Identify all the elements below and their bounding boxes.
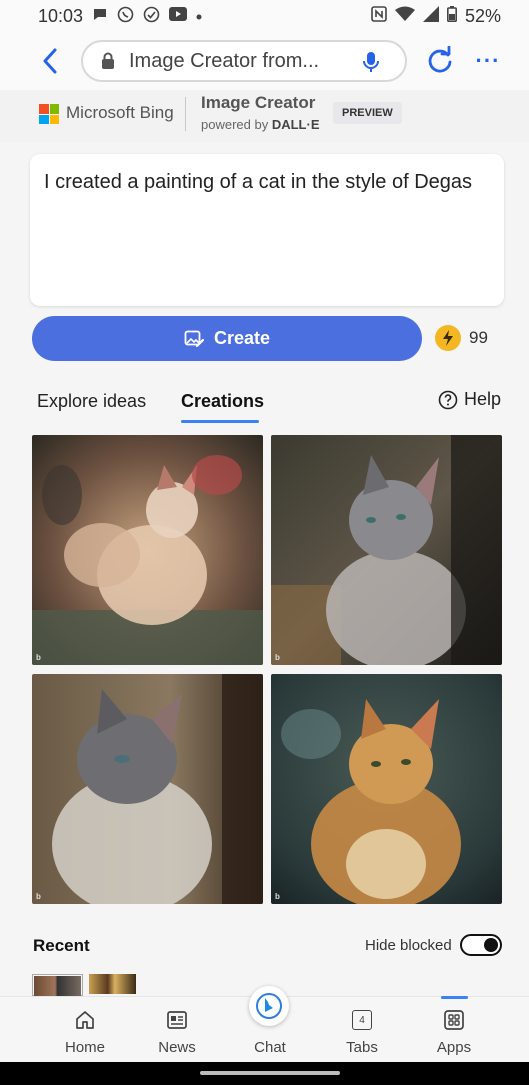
hide-blocked-control[interactable]: Hide blocked [365, 934, 502, 956]
nav-apps[interactable]: Apps [419, 1007, 489, 1056]
browser-toolbar: Image Creator from... ··· [0, 32, 529, 90]
nav-tabs[interactable]: 4 Tabs [327, 1007, 397, 1056]
bing-logo-icon [256, 993, 282, 1019]
nav-home[interactable]: Home [50, 1007, 120, 1056]
whatsapp-icon [117, 6, 134, 27]
tab-creations[interactable]: Creations [181, 391, 264, 412]
more-options-button[interactable]: ··· [473, 46, 503, 76]
nav-chat-label: Chat [254, 1039, 286, 1056]
lightning-icon [435, 325, 461, 351]
bing-chat-button[interactable] [249, 986, 289, 1026]
hide-blocked-toggle[interactable] [459, 934, 502, 956]
recent-thumbnails [32, 974, 136, 996]
microphone-icon[interactable] [363, 51, 379, 73]
dot-icon [196, 8, 202, 24]
signal-icon [422, 6, 439, 26]
bing-watermark: b [275, 653, 280, 662]
bing-watermark: b [275, 892, 280, 901]
bing-watermark: b [36, 892, 41, 901]
recent-heading: Recent [33, 936, 90, 955]
status-left: 10:03 [38, 6, 202, 27]
system-gesture-bar [0, 1062, 529, 1085]
home-gesture-handle[interactable] [200, 1071, 340, 1075]
status-time: 10:03 [38, 5, 84, 26]
bing-watermark: b [36, 653, 41, 662]
lock-icon [102, 52, 114, 69]
generated-image-4[interactable]: b [271, 674, 502, 904]
address-bar[interactable]: Image Creator from... [81, 40, 407, 82]
cat-painting-image [32, 435, 263, 665]
boost-count: 99 [469, 328, 488, 347]
generated-image-1[interactable]: b [32, 435, 263, 665]
home-icon [76, 1011, 94, 1029]
image-create-icon [184, 330, 204, 347]
hide-blocked-label: Hide blocked [365, 936, 452, 954]
chat-notification-icon [92, 6, 108, 26]
recent-thumbnail [89, 974, 136, 994]
cat-painting-image [271, 435, 502, 665]
image-creator-title: Image Creator [201, 93, 316, 112]
refresh-button[interactable] [425, 45, 455, 76]
boost-counter[interactable]: 99 [435, 325, 488, 351]
recent-item[interactable] [89, 974, 136, 996]
create-label: Create [213, 328, 271, 348]
youtube-icon [169, 7, 188, 25]
powered-prefix: powered by [201, 117, 272, 132]
chevron-left-icon [43, 48, 57, 74]
back-button[interactable] [36, 44, 64, 78]
refresh-icon [428, 45, 452, 73]
status-bar: 10:03 52% [0, 0, 529, 32]
preview-badge: PREVIEW [333, 102, 402, 124]
battery-icon [446, 6, 457, 26]
help-link[interactable]: Help [438, 389, 501, 410]
nav-news[interactable]: News [142, 1007, 212, 1056]
powered-name: DALL·E [271, 117, 320, 132]
app-frame: 10:03 52% Image Creator from... ··· Micr… [0, 0, 529, 1085]
help-label: Help [464, 389, 502, 409]
active-nav-indicator [441, 996, 468, 999]
bing-header: Microsoft Bing Image Creator powered by … [0, 90, 529, 142]
microsoft-logo-icon[interactable] [39, 104, 59, 124]
generated-image-2[interactable]: b [271, 435, 502, 665]
nav-news-label: News [158, 1039, 196, 1056]
create-button[interactable]: Create [32, 316, 422, 361]
brand-name[interactable]: Microsoft Bing [66, 103, 174, 123]
nav-home-label: Home [64, 1039, 105, 1056]
recent-thumbnail [34, 976, 81, 996]
toggle-knob [483, 938, 498, 952]
nav-apps-label: Apps [436, 1039, 472, 1056]
generated-image-3[interactable]: b [32, 674, 263, 904]
apps-grid-icon [444, 1010, 464, 1030]
recent-item[interactable] [32, 974, 83, 996]
url-text: Image Creator from... [129, 49, 320, 72]
status-right: 52% [371, 6, 501, 27]
tab-explore-ideas[interactable]: Explore ideas [37, 391, 146, 412]
cat-painting-image [271, 674, 502, 904]
active-tab-indicator [181, 420, 259, 423]
tabs-icon: 4 [352, 1010, 372, 1030]
powered-by-text: powered by DALL·E [201, 117, 320, 132]
help-circle-icon [438, 390, 458, 409]
header-divider [185, 97, 186, 131]
check-circle-icon [143, 6, 160, 27]
battery-percent: 52% [464, 5, 501, 26]
nav-tabs-label: Tabs [346, 1039, 378, 1056]
nfc-icon [371, 6, 387, 26]
wifi-icon [394, 6, 415, 26]
prompt-input[interactable]: I created a painting of a cat in the sty… [30, 154, 504, 306]
tabs-count: 4 [359, 1014, 365, 1026]
cat-painting-image [32, 674, 263, 904]
news-icon [167, 1011, 187, 1029]
